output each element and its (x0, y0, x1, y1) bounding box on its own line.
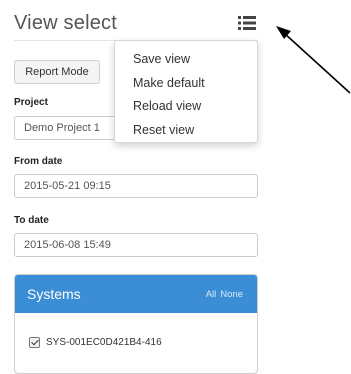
project-label: Project (14, 97, 48, 108)
select-none-link[interactable]: None (220, 289, 243, 300)
to-date-label: To date (14, 215, 49, 226)
select-all-link[interactable]: All (206, 289, 217, 300)
menu-item-make-default[interactable]: Make default (115, 72, 257, 96)
menu-item-reset-view[interactable]: Reset view (115, 119, 257, 143)
page-title: View select (14, 12, 117, 34)
system-checkbox[interactable] (29, 337, 40, 348)
systems-panel-header: Systems All None (15, 275, 257, 313)
systems-list: SYS-001EC0D421B4-416 (15, 313, 257, 348)
from-date-input[interactable]: 2015-05-21 09:15 (14, 174, 258, 198)
menu-item-save-view[interactable]: Save view (115, 48, 257, 72)
system-label: SYS-001EC0D421B4-416 (46, 337, 162, 348)
systems-panel: Systems All None SYS-001EC0D421B4-416 (14, 274, 258, 374)
select-links: All None (206, 289, 243, 300)
menu-item-reload-view[interactable]: Reload view (115, 95, 257, 119)
to-date-input[interactable]: 2015-06-08 15:49 (14, 233, 258, 257)
from-date-label: From date (14, 156, 63, 167)
report-mode-button[interactable]: Report Mode (14, 60, 100, 84)
systems-title: Systems (27, 286, 81, 302)
list-icon[interactable] (238, 14, 256, 32)
list-item[interactable]: SYS-001EC0D421B4-416 (29, 337, 257, 348)
view-menu: Save view Make default Reload view Reset… (114, 40, 258, 143)
